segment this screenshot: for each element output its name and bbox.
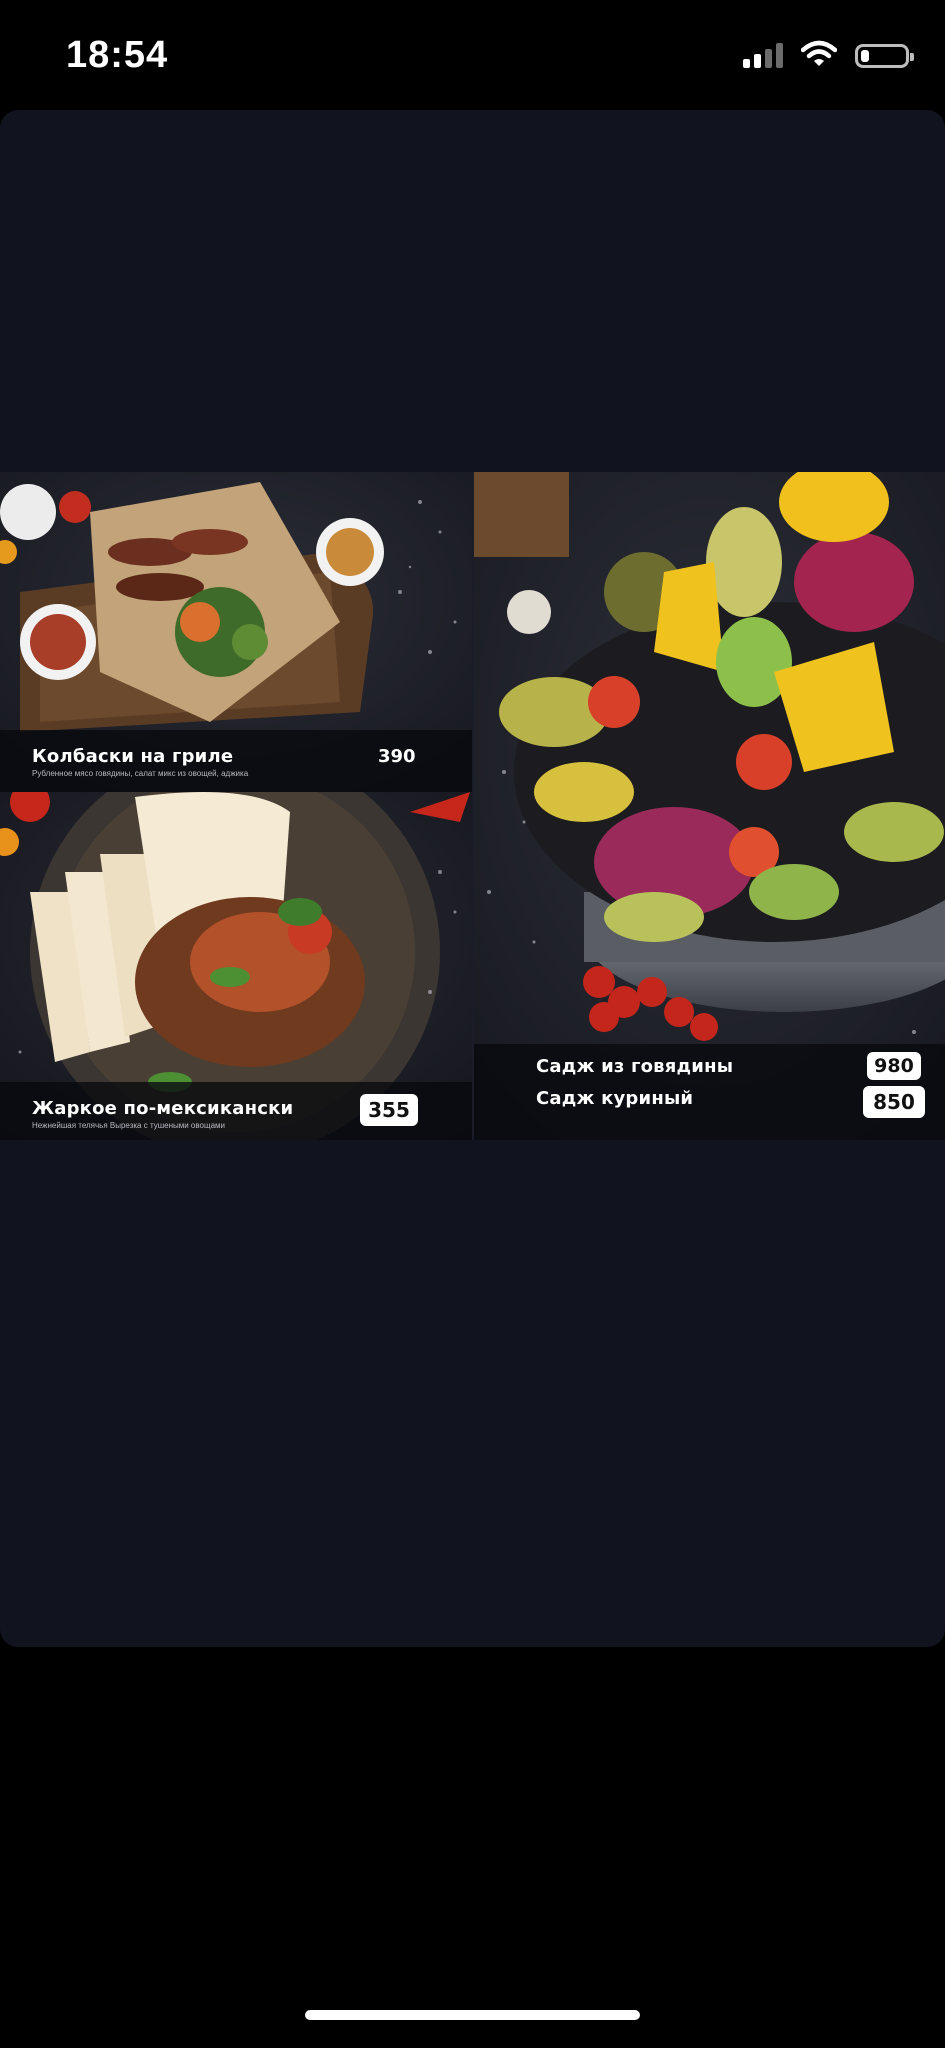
sadj-photo [474,472,945,1140]
dish-description-mexican-stew: Нежнейшая телячья Вырезка с тушеными ово… [32,1121,225,1130]
dish-panel-sausages: Колбаски на гриле Рубленное мясо говядин… [0,472,472,792]
dish-price-sausages: 390 [378,746,416,767]
dish-panel-mexican-stew: Жаркое по-мексикански Нежнейшая телячья … [0,792,472,1140]
home-indicator[interactable] [305,2010,640,2020]
dish-price-mexican-stew: 355 [360,1094,418,1126]
dish-price-chicken-sadj: 850 [863,1086,925,1118]
dish-name-chicken-sadj: Садж куриный [536,1088,694,1109]
dish-name-beef-sadj: Садж из говядины [536,1056,734,1077]
menu-photo[interactable]: Колбаски на гриле Рубленное мясо говядин… [0,472,945,1140]
dish-panel-sadj: Садж из говядины Садж куриный 980 850 [474,472,945,1140]
status-bar: 18:54 [0,0,945,110]
dish-description-sausages: Рубленное мясо говядины, салат микс из о… [32,769,249,778]
dish-name-mexican-stew: Жаркое по-мексикански [32,1098,294,1119]
cellular-signal-icon [743,42,783,68]
dish-price-beef-sadj: 980 [867,1052,921,1080]
battery-level [861,50,869,62]
status-time: 18:54 [66,34,169,76]
screen: 18:54 Колбаски на гриле Рубленное мясо г… [0,0,945,2048]
image-viewer[interactable]: Колбаски на гриле Рубленное мясо говядин… [0,110,945,1647]
wifi-icon [801,40,837,66]
status-icons [743,40,914,68]
battery-icon [855,44,914,68]
dish-name-sausages: Колбаски на гриле [32,746,234,767]
